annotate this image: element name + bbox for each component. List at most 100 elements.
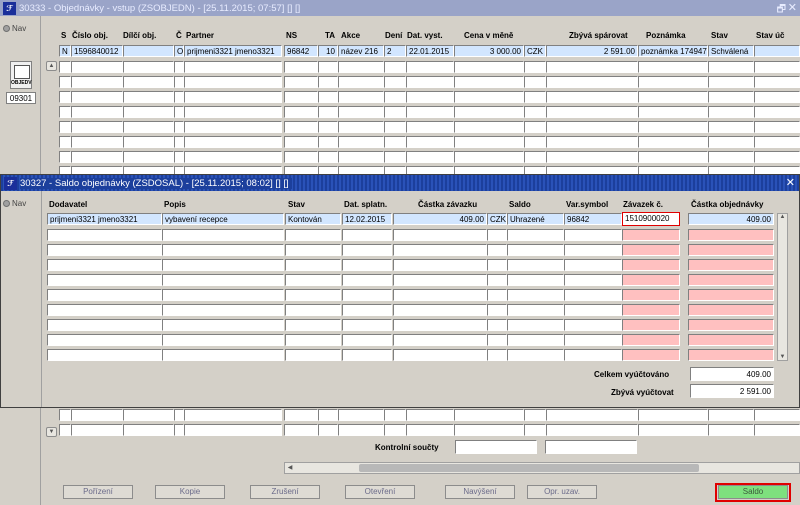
empty-grid-cell[interactable] [507, 289, 564, 301]
empty-grid-cell[interactable] [123, 136, 174, 148]
empty-grid-cell[interactable] [708, 424, 754, 436]
empty-grid-cell[interactable] [285, 259, 341, 271]
empty-grid-cell[interactable] [284, 76, 318, 88]
empty-grid-cell[interactable] [754, 121, 800, 133]
dialog-close-icon[interactable]: ✕ [786, 176, 795, 189]
main-nav-toggle[interactable]: Nav [3, 24, 26, 33]
empty-grid-cell[interactable] [184, 106, 282, 118]
empty-grid-cell[interactable] [688, 229, 774, 241]
empty-grid-cell[interactable] [622, 349, 680, 361]
empty-grid-cell[interactable] [406, 409, 454, 421]
empty-grid-cell[interactable] [393, 334, 487, 346]
dlg-row-datsplatn[interactable]: 12.02.2015 [342, 213, 392, 225]
empty-grid-cell[interactable] [338, 136, 384, 148]
empty-grid-cell[interactable] [454, 424, 524, 436]
porizeni-button[interactable]: Pořízení [63, 485, 133, 499]
dlg-row-varsymbol[interactable]: 96842 [564, 213, 622, 225]
empty-grid-cell[interactable] [162, 319, 284, 331]
empty-grid-cell[interactable] [754, 91, 800, 103]
empty-grid-cell[interactable] [406, 91, 454, 103]
empty-grid-cell[interactable] [123, 409, 174, 421]
empty-grid-cell[interactable] [123, 91, 174, 103]
empty-grid-cell[interactable] [524, 424, 546, 436]
empty-grid-cell[interactable] [754, 136, 800, 148]
empty-grid-cell[interactable] [123, 121, 174, 133]
empty-grid-cell[interactable] [162, 289, 284, 301]
empty-grid-cell[interactable] [622, 334, 680, 346]
dlg-row-zavazek[interactable]: 1510900020 [622, 212, 680, 226]
empty-grid-cell[interactable] [123, 76, 174, 88]
empty-grid-cell[interactable] [406, 76, 454, 88]
vscroll-down-icon[interactable]: ▼ [778, 354, 787, 360]
empty-grid-cell[interactable] [47, 349, 162, 361]
empty-grid-cell[interactable] [342, 319, 392, 331]
empty-grid-cell[interactable] [688, 304, 774, 316]
empty-grid-cell[interactable] [507, 229, 564, 241]
main-row-stav[interactable]: Schválená [708, 45, 754, 57]
empty-grid-cell[interactable] [318, 106, 338, 118]
empty-grid-cell[interactable] [384, 424, 406, 436]
empty-grid-cell[interactable] [622, 274, 680, 286]
empty-grid-cell[interactable] [59, 136, 71, 148]
empty-grid-cell[interactable] [342, 334, 392, 346]
empty-grid-cell[interactable] [487, 304, 507, 316]
empty-grid-cell[interactable] [184, 151, 282, 163]
empty-grid-cell[interactable] [688, 289, 774, 301]
empty-grid-cell[interactable] [638, 91, 708, 103]
empty-grid-cell[interactable] [754, 61, 800, 73]
empty-grid-cell[interactable] [71, 136, 123, 148]
opr-uzav-button[interactable]: Opr. uzav. [527, 485, 597, 499]
empty-grid-cell[interactable] [284, 121, 318, 133]
main-row-ta[interactable]: 10 [318, 45, 338, 57]
dlg-row-mena[interactable]: CZK [487, 213, 507, 225]
main-row-poznamka[interactable]: poznámka 174947 [638, 45, 708, 57]
empty-grid-cell[interactable] [393, 319, 487, 331]
empty-grid-cell[interactable] [47, 259, 162, 271]
hscroll-left-icon[interactable]: ◀ [285, 463, 295, 473]
empty-grid-cell[interactable] [285, 304, 341, 316]
empty-grid-cell[interactable] [162, 349, 284, 361]
empty-grid-cell[interactable] [546, 151, 638, 163]
restore-icon[interactable]: 🗗 [777, 2, 786, 19]
empty-grid-cell[interactable] [393, 229, 487, 241]
empty-grid-cell[interactable] [174, 61, 184, 73]
empty-grid-cell[interactable] [524, 151, 546, 163]
empty-grid-cell[interactable] [546, 91, 638, 103]
main-row-s[interactable]: N [59, 45, 71, 57]
empty-grid-cell[interactable] [47, 304, 162, 316]
empty-grid-cell[interactable] [754, 424, 800, 436]
dlg-row-dodavatel[interactable]: prijmeni3321 jmeno3321 [47, 213, 162, 225]
empty-grid-cell[interactable] [318, 151, 338, 163]
main-row-dilci[interactable] [123, 45, 174, 57]
empty-grid-cell[interactable] [546, 61, 638, 73]
empty-grid-cell[interactable] [318, 91, 338, 103]
empty-grid-cell[interactable] [524, 106, 546, 118]
empty-grid-cell[interactable] [47, 334, 162, 346]
empty-grid-cell[interactable] [174, 151, 184, 163]
empty-grid-cell[interactable] [638, 106, 708, 118]
empty-grid-cell[interactable] [174, 121, 184, 133]
empty-grid-cell[interactable] [123, 151, 174, 163]
empty-grid-cell[interactable] [564, 319, 622, 331]
empty-grid-cell[interactable] [123, 106, 174, 118]
empty-grid-cell[interactable] [406, 106, 454, 118]
empty-grid-cell[interactable] [285, 229, 341, 241]
empty-grid-cell[interactable] [507, 304, 564, 316]
main-row-ns[interactable]: 96842 [284, 45, 318, 57]
empty-grid-cell[interactable] [162, 334, 284, 346]
empty-grid-cell[interactable] [384, 91, 406, 103]
empty-grid-cell[interactable] [174, 409, 184, 421]
empty-grid-cell[interactable] [507, 334, 564, 346]
empty-grid-cell[interactable] [688, 274, 774, 286]
empty-grid-cell[interactable] [284, 91, 318, 103]
empty-grid-cell[interactable] [284, 106, 318, 118]
empty-grid-cell[interactable] [47, 289, 162, 301]
empty-grid-cell[interactable] [754, 106, 800, 118]
empty-grid-cell[interactable] [59, 61, 71, 73]
empty-grid-cell[interactable] [59, 409, 71, 421]
empty-grid-cell[interactable] [524, 61, 546, 73]
empty-grid-cell[interactable] [754, 76, 800, 88]
empty-grid-cell[interactable] [546, 76, 638, 88]
empty-grid-cell[interactable] [284, 61, 318, 73]
empty-grid-cell[interactable] [71, 106, 123, 118]
